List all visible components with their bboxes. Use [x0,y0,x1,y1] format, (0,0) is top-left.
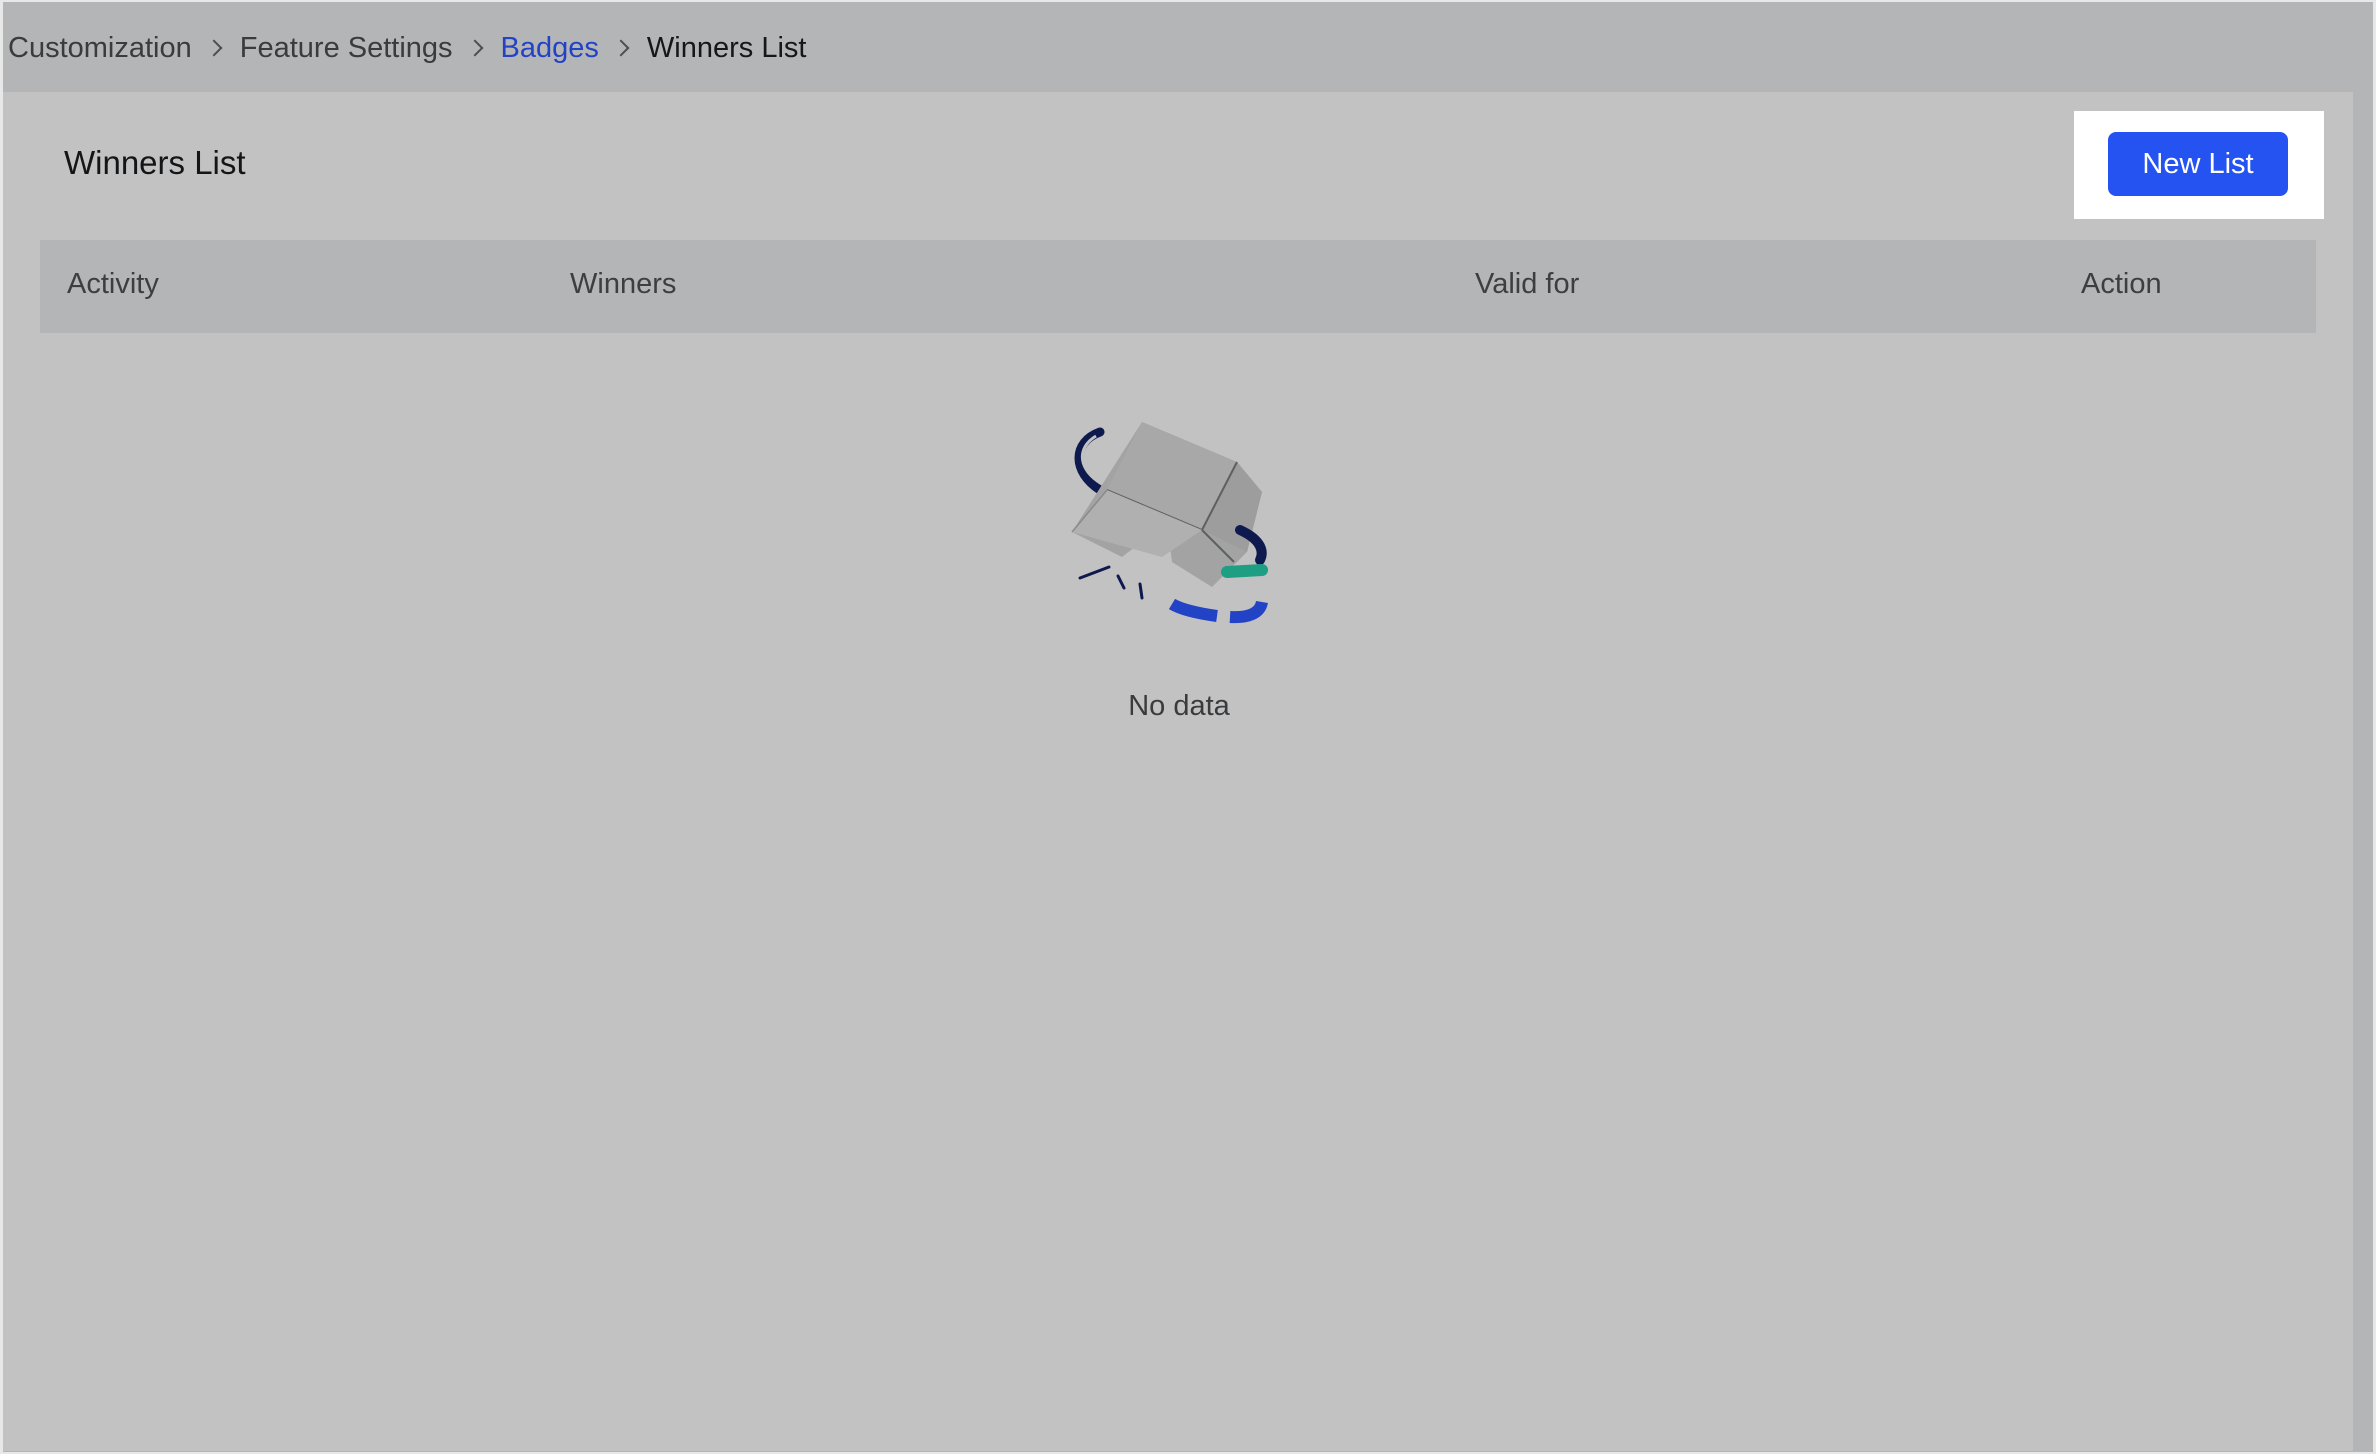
column-header-winners: Winners [570,268,677,300]
breadcrumb-winners-list: Winners List [646,31,807,64]
column-header-valid-for: Valid for [1475,268,1580,300]
empty-box-icon [1071,422,1268,624]
breadcrumb-badges[interactable]: Badges [501,32,599,65]
winners-list-card: Winners List New List Activity Winners V… [3,92,2353,1451]
breadcrumb-customization[interactable]: Customization [8,32,192,65]
empty-state-text: No data [1128,690,1230,722]
chevron-right-icon [599,22,647,74]
breadcrumb-feature-settings[interactable]: Feature Settings [240,32,453,65]
chevron-right-icon [192,22,240,74]
column-header-action: Action [2081,268,2162,300]
column-header-activity: Activity [67,268,159,300]
table-header: Activity Winners Valid for Action [40,240,2316,333]
chevron-right-icon [453,22,501,74]
page-title: Winners List [64,144,246,181]
breadcrumb: Customization Feature Settings Badges Wi… [8,22,806,74]
new-list-button[interactable]: New List [2108,132,2288,196]
